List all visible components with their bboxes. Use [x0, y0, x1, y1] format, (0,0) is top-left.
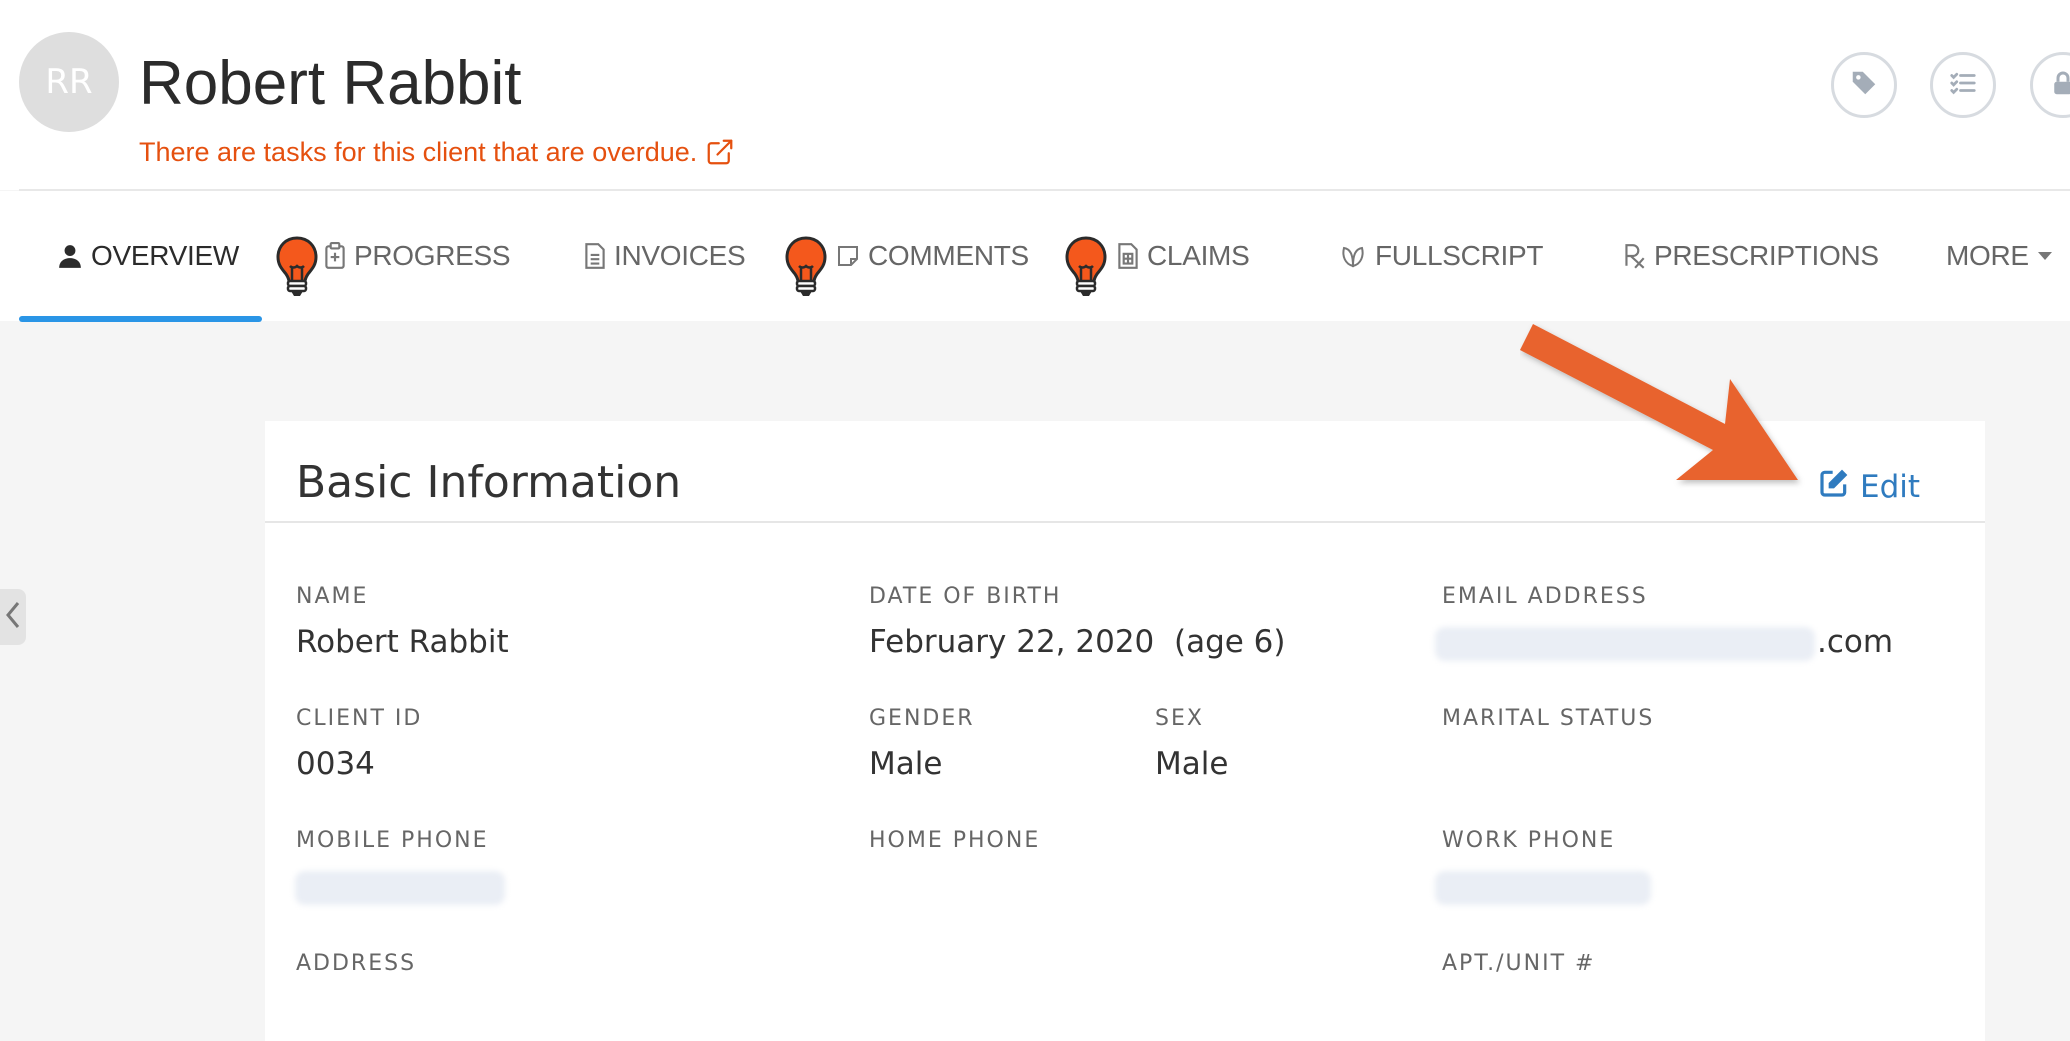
name-value: Robert Rabbit [296, 624, 509, 660]
user-icon [57, 242, 83, 270]
tab-comments-label: COMMENTS [868, 240, 1029, 271]
tab-progress[interactable]: PROGRESS [324, 191, 511, 321]
work-phone-label: WORK PHONE [1442, 828, 1616, 853]
name-label: NAME [296, 584, 369, 609]
tab-fullscript-label: FULLSCRIPT [1375, 240, 1544, 271]
lightbulb-icon [276, 236, 318, 296]
external-link-icon[interactable] [705, 137, 735, 167]
home-phone-label: HOME PHONE [869, 828, 1041, 853]
client-id-value: 0034 [296, 746, 375, 782]
mobile-phone-redacted [295, 871, 505, 905]
avatar: RR [19, 32, 119, 132]
tasks-button[interactable] [1930, 52, 1996, 118]
dob-value: February 22, 2020 (age 6) [869, 624, 1286, 660]
marital-status-label: MARITAL STATUS [1442, 706, 1655, 731]
annotation-arrow-icon [1520, 324, 1798, 480]
tab-overview-label: OVERVIEW [91, 240, 240, 271]
client-id-label: CLIENT ID [296, 706, 423, 731]
apt-unit-label: APT./UNIT # [1442, 951, 1596, 976]
tab-invoices-label: INVOICES [614, 240, 746, 271]
tab-overview[interactable]: OVERVIEW [57, 191, 239, 321]
receipt-icon [1117, 242, 1139, 270]
email-redacted [1435, 627, 1815, 661]
lightbulb-icon [785, 236, 827, 296]
active-tab-indicator [19, 316, 262, 322]
tab-more[interactable]: MORE [1946, 191, 2053, 321]
email-label: EMAIL ADDRESS [1442, 584, 1648, 609]
address-label: ADDRESS [296, 951, 417, 976]
leaf-icon [1339, 243, 1367, 269]
client-header: RR Robert Rabbit There are tasks for thi… [0, 0, 2070, 190]
tab-claims[interactable]: CLAIMS [1117, 191, 1250, 321]
mobile-phone-label: MOBILE PHONE [296, 828, 489, 853]
tag-icon [1849, 68, 1879, 103]
tab-prescriptions[interactable]: PRESCRIPTIONS [1622, 191, 1879, 321]
sticky-note-icon [836, 243, 860, 269]
lock-icon [2048, 68, 2070, 103]
card-title: Basic Information [296, 457, 682, 508]
edit-button[interactable]: Edit [1818, 467, 1920, 507]
chevron-left-icon [5, 600, 21, 635]
edit-icon [1818, 467, 1850, 507]
sex-value: Male [1155, 746, 1229, 782]
document-icon [584, 242, 606, 270]
overdue-alert[interactable]: There are tasks for this client that are… [139, 134, 735, 170]
dob-label: DATE OF BIRTH [869, 584, 1062, 609]
edit-label[interactable]: Edit [1860, 469, 1920, 505]
overdue-message[interactable]: There are tasks for this client that are… [139, 134, 697, 170]
email-value-suffix: .com [1817, 624, 1894, 660]
gender-value: Male [869, 746, 943, 782]
tab-comments[interactable]: COMMENTS [836, 191, 1029, 321]
basic-information-card: Basic Information Edit NAME Robert Rabbi… [265, 421, 1985, 1041]
lightbulb-icon [1065, 236, 1107, 296]
card-divider [265, 521, 1985, 523]
caret-down-icon [2037, 251, 2053, 261]
lock-button[interactable] [2030, 52, 2070, 118]
tab-more-label: MORE [1946, 240, 2029, 271]
rx-icon [1622, 242, 1646, 270]
tab-progress-label: PROGRESS [354, 240, 511, 271]
tab-invoices[interactable]: INVOICES [584, 191, 746, 321]
tags-button[interactable] [1831, 52, 1897, 118]
tab-prescriptions-label: PRESCRIPTIONS [1654, 240, 1879, 271]
sidebar-toggle[interactable] [0, 589, 26, 645]
work-phone-redacted [1435, 871, 1651, 905]
gender-label: GENDER [869, 706, 975, 731]
clipboard-plus-icon [324, 242, 346, 270]
sex-label: SEX [1155, 706, 1204, 731]
tab-claims-label: CLAIMS [1147, 240, 1250, 271]
tab-fullscript[interactable]: FULLSCRIPT [1339, 191, 1543, 321]
checklist-icon [1948, 68, 1978, 103]
client-name: Robert Rabbit [139, 49, 522, 118]
